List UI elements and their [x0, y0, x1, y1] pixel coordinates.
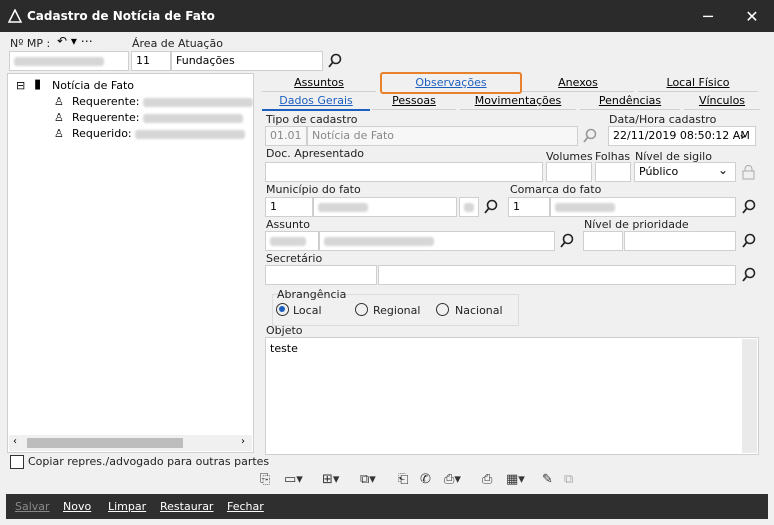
prioridade-label: Nível de prioridade — [584, 218, 689, 231]
person-icon: ♙ — [54, 95, 64, 108]
scroll-right-icon[interactable]: › — [241, 436, 245, 447]
document-icon: ▮ — [34, 77, 42, 92]
prioridade-name-field[interactable] — [624, 231, 736, 251]
copy-checkbox-label: Copiar repres./advogado para outras part… — [28, 455, 270, 468]
add-document-icon[interactable]: ⎘ — [260, 472, 270, 487]
salvar-button[interactable]: Salvar — [15, 500, 50, 513]
radio-local-label: Local — [293, 304, 322, 317]
app-icon — [8, 9, 22, 23]
novo-button[interactable]: Novo — [63, 500, 91, 513]
area-code-field[interactable]: 11 — [131, 51, 171, 71]
assunto-name-field[interactable] — [319, 231, 555, 251]
tab-vinculos[interactable]: Vínculos — [684, 92, 760, 110]
tab-pendencias[interactable]: Pendências — [580, 92, 680, 110]
copy-icon[interactable]: ⧉▾ — [360, 472, 376, 487]
close-button[interactable]: ✕ — [730, 0, 774, 32]
window-title: Cadastro de Notícia de Fato — [27, 9, 215, 23]
vertical-scrollbar[interactable] — [742, 339, 757, 453]
search-icon[interactable] — [741, 199, 757, 215]
municipio-label: Município do fato — [266, 183, 361, 196]
mp-number-field[interactable] — [9, 51, 129, 71]
radio-nacional[interactable] — [436, 303, 449, 316]
person-icon: ♙ — [54, 111, 64, 124]
secretario-label: Secretário — [266, 252, 323, 265]
tipo-code-field: 01.01 — [265, 126, 307, 146]
doc-label: Doc. Apresentado — [266, 147, 365, 160]
tree-child[interactable]: Requerente: — [72, 95, 253, 108]
tree-child[interactable]: Requerente: — [72, 111, 243, 124]
comarca-code-field[interactable]: 1 — [508, 197, 550, 217]
objeto-textarea[interactable]: teste — [265, 337, 759, 455]
calendar-icon[interactable]: ▦▾ — [506, 472, 525, 487]
print-preview-icon[interactable]: ⎙ — [482, 472, 492, 487]
undo-icon[interactable]: ↶ ▾ ⋯ — [57, 34, 93, 48]
radio-local[interactable] — [276, 303, 289, 316]
tab-dados-gerais[interactable]: Dados Gerais — [262, 92, 370, 111]
lock-icon — [742, 165, 755, 180]
minimize-button[interactable]: ─ — [686, 0, 730, 32]
tipo-label: Tipo de cadastro — [266, 113, 358, 126]
assunto-code-field[interactable] — [265, 231, 319, 251]
bottom-action-bar: Salvar Novo Limpar Restaurar Fechar — [6, 494, 768, 519]
secretario-code-field[interactable] — [265, 265, 377, 285]
clipboard-icon[interactable]: ⎗ — [398, 472, 408, 487]
search-icon[interactable] — [483, 199, 499, 215]
scroll-thumb[interactable] — [27, 438, 183, 448]
tab-local-fisico[interactable]: Local Físico — [638, 74, 758, 92]
search-icon[interactable] — [327, 53, 343, 69]
municipio-code-field[interactable]: 1 — [265, 197, 313, 217]
radio-regional-label: Regional — [373, 304, 421, 317]
prioridade-code-field[interactable] — [583, 231, 623, 251]
tree-child[interactable]: Requerido: — [72, 127, 246, 140]
person-icon: ♙ — [54, 127, 64, 140]
tree-root[interactable]: Notícia de Fato — [52, 79, 134, 92]
tab-anexos[interactable]: Anexos — [522, 74, 634, 92]
doc-field[interactable] — [265, 162, 543, 182]
secretario-name-field[interactable] — [378, 265, 736, 285]
search-icon[interactable] — [582, 128, 598, 144]
tree-expander[interactable]: ⊟ — [16, 79, 25, 92]
fechar-button[interactable]: Fechar — [227, 500, 264, 513]
tab-assuntos[interactable]: Assuntos — [262, 74, 376, 92]
printer-icon[interactable]: ⎙▾ — [444, 472, 461, 487]
search-icon[interactable] — [559, 233, 575, 249]
window-icon[interactable]: ▭▾ — [284, 472, 303, 487]
horizontal-scrollbar[interactable]: ‹ › — [9, 435, 252, 451]
objeto-label: Objeto — [266, 324, 303, 337]
comarca-name-field[interactable] — [550, 197, 736, 217]
municipio-extra-field[interactable] — [459, 197, 479, 217]
chevron-down-icon[interactable]: ⌄ — [718, 163, 728, 177]
assunto-label: Assunto — [266, 218, 310, 231]
tab-movimentacoes[interactable]: Movimentações — [460, 92, 576, 110]
search-icon[interactable] — [741, 267, 757, 283]
edit-document-icon[interactable]: ✎ — [542, 472, 553, 487]
municipio-name-field[interactable] — [313, 197, 457, 217]
disabled-tool-icon: ⧉ — [564, 472, 574, 487]
area-name-field[interactable]: Fundações — [171, 51, 323, 71]
folhas-field[interactable] — [595, 162, 631, 182]
tab-pessoas[interactable]: Pessoas — [372, 92, 456, 110]
abrangencia-label: Abrangência — [277, 288, 347, 301]
search-icon[interactable] — [741, 233, 757, 249]
volumes-field[interactable] — [546, 162, 592, 182]
tree-structure-icon[interactable]: ⊞▾ — [322, 472, 339, 487]
limpar-button[interactable]: Limpar — [108, 500, 146, 513]
radio-regional[interactable] — [355, 303, 368, 316]
restaurar-button[interactable]: Restaurar — [160, 500, 213, 513]
parties-tree[interactable]: ⊟ ▮ Notícia de Fato ♙ Requerente: ♙ Requ… — [7, 73, 254, 453]
area-label: Área de Atuação — [132, 37, 223, 50]
title-bar: Cadastro de Notícia de Fato ─ ✕ — [0, 0, 774, 32]
data-label: Data/Hora cadastro — [609, 113, 717, 126]
radio-nacional-label: Nacional — [455, 304, 503, 317]
phone-icon[interactable]: ✆ — [420, 472, 431, 487]
comarca-label: Comarca do fato — [510, 183, 602, 196]
scroll-left-icon[interactable]: ‹ — [13, 436, 17, 447]
tab-observacoes[interactable]: Observações — [380, 72, 522, 94]
mp-label: Nº MP : — [10, 37, 51, 50]
data-field[interactable]: 22/11/2019 08:50:12 AM — [608, 126, 756, 146]
tipo-name-field: Notícia de Fato — [307, 126, 578, 146]
chevron-down-icon[interactable]: ⌄ — [738, 127, 748, 141]
copy-checkbox[interactable] — [10, 455, 24, 469]
